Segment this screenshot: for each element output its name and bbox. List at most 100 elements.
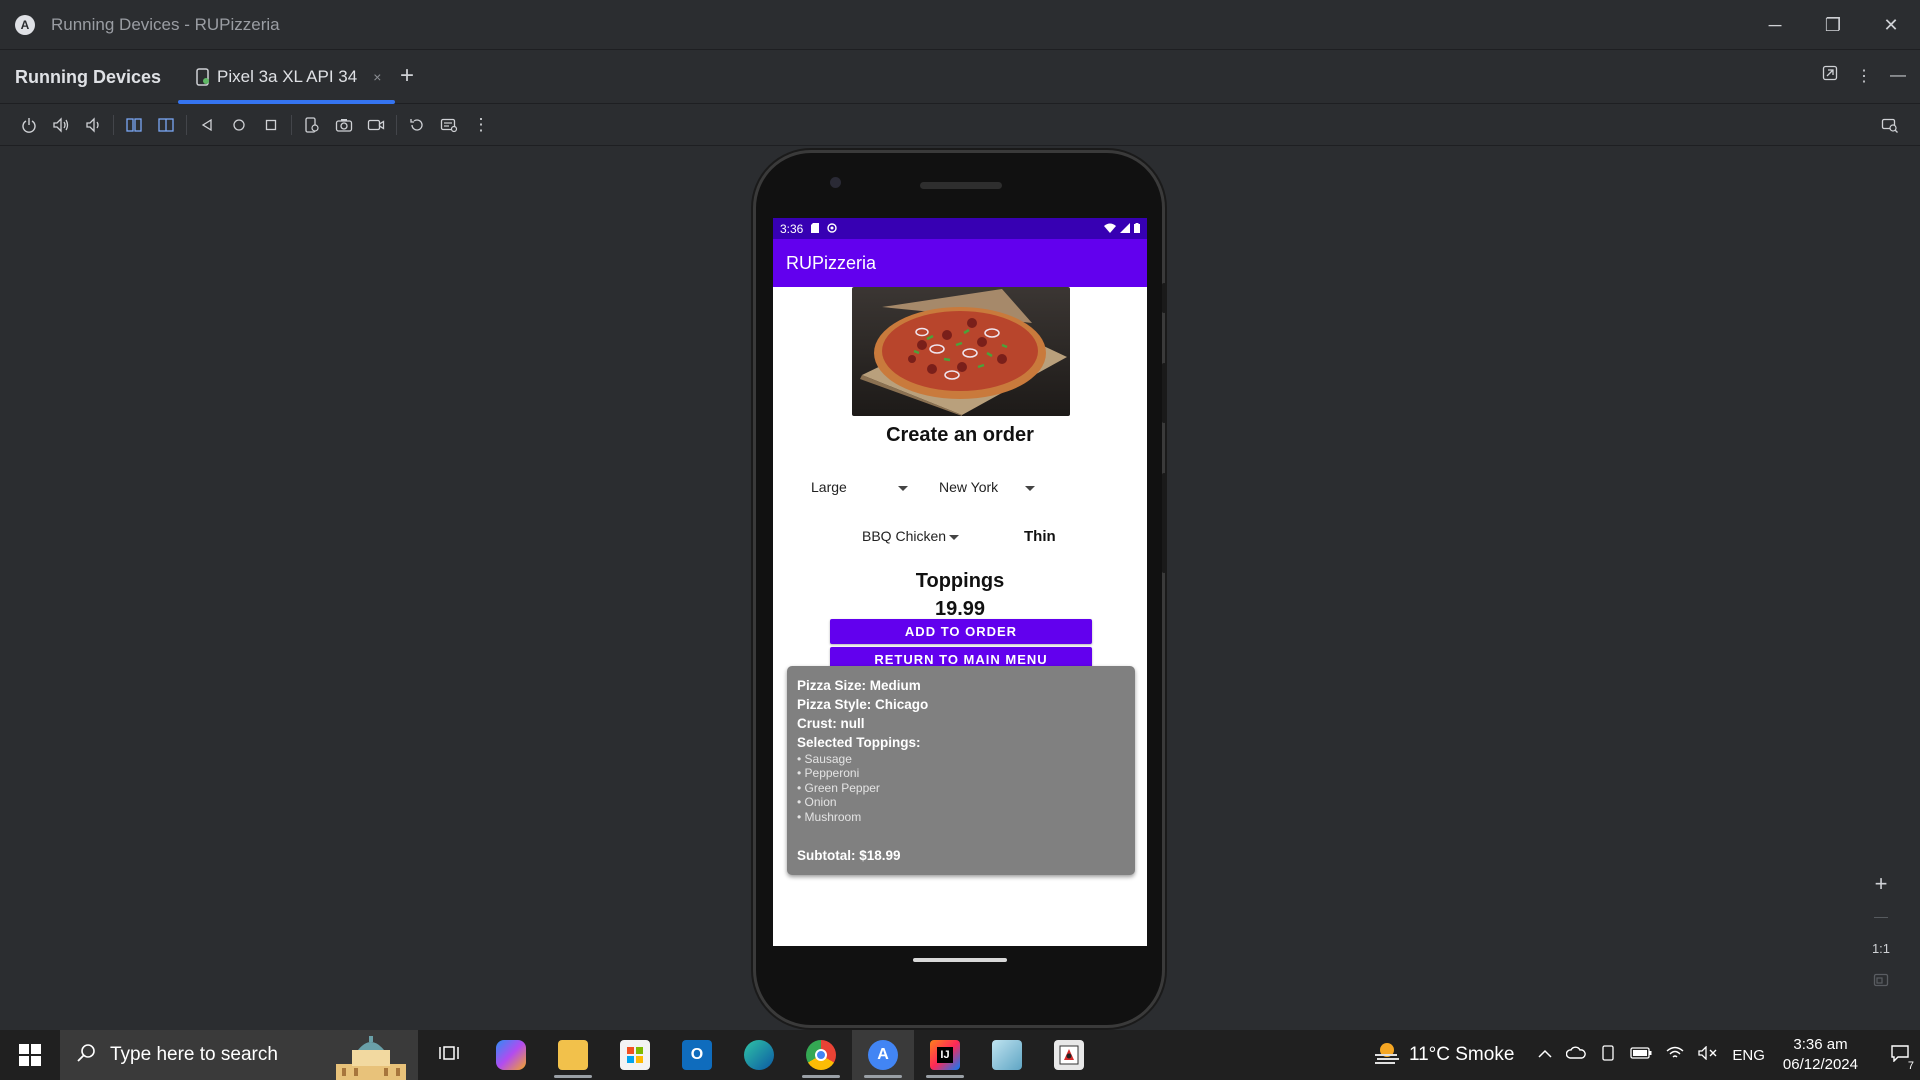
windows-taskbar: Type here to search O A IJ 11°C Smoke EN… — [0, 1030, 1920, 1080]
sync-icon — [827, 222, 838, 236]
input-language[interactable]: ENG — [1732, 1047, 1765, 1064]
minimize-button[interactable]: ─ — [1746, 0, 1804, 50]
earpiece-speaker — [920, 182, 1002, 189]
system-clock[interactable]: 3:36 am 06/12/2024 — [1783, 1035, 1858, 1075]
chevron-up-icon[interactable] — [1538, 1046, 1552, 1064]
device-settings-icon[interactable] — [296, 110, 328, 140]
toolbar-separator — [291, 114, 292, 135]
weather-widget[interactable]: 11°C Smoke — [1373, 1040, 1514, 1070]
topping-item: • Onion — [797, 795, 837, 810]
tab-close-icon[interactable]: × — [373, 69, 381, 85]
expand-icon[interactable] — [1822, 65, 1838, 86]
pizza-type-spinner[interactable]: BBQ Chicken — [862, 528, 960, 544]
taskbar-app-store[interactable] — [604, 1030, 666, 1080]
more-options-icon[interactable]: ⋮ — [1856, 66, 1872, 86]
volume-down-icon[interactable] — [77, 110, 109, 140]
taskbar-app-android-studio[interactable]: A — [852, 1030, 914, 1080]
window-controls: ─ ❐ ✕ — [1746, 0, 1920, 50]
notification-center-button[interactable]: 7 — [1880, 1030, 1920, 1080]
actual-size-button[interactable]: 1:1 — [1864, 932, 1898, 964]
snapshot-restore-icon[interactable] — [401, 110, 433, 140]
onedrive-icon[interactable] — [1566, 1046, 1587, 1065]
overview-icon[interactable] — [255, 110, 287, 140]
android-studio-icon: A — [868, 1040, 898, 1070]
add-to-order-button[interactable]: ADD TO ORDER — [830, 619, 1092, 644]
taskbar-search[interactable]: Type here to search — [60, 1030, 418, 1080]
more-actions-icon[interactable]: ⋮ — [465, 110, 497, 140]
screen-record-icon[interactable] — [360, 110, 392, 140]
sd-card-icon — [811, 222, 820, 236]
screen-title: Create an order — [886, 424, 1034, 446]
task-view-button[interactable] — [418, 1030, 480, 1080]
hide-panel-icon[interactable]: — — [1890, 67, 1906, 85]
device-icon[interactable] — [1600, 1044, 1616, 1066]
start-button[interactable] — [0, 1030, 60, 1080]
summary-size: Pizza Size: Medium — [797, 678, 921, 693]
size-selected: Large — [811, 479, 847, 495]
device-toolbar: ⋮ — [0, 104, 1920, 146]
side-button — [1162, 473, 1166, 573]
copilot-icon — [496, 1040, 526, 1070]
zoom-out-button[interactable]: — — [1864, 900, 1898, 932]
front-camera — [830, 177, 841, 188]
close-button[interactable]: ✕ — [1862, 0, 1920, 50]
topping-item: • Sausage — [797, 752, 852, 766]
device-mirror-settings-icon[interactable] — [1874, 110, 1906, 140]
price-value: 19.99 — [934, 598, 986, 620]
tab-pixel-3a-xl[interactable]: Pixel 3a XL API 34 × — [178, 50, 395, 104]
wifi-icon — [1104, 222, 1116, 236]
taskbar-app-edge[interactable] — [728, 1030, 790, 1080]
summary-toppings-header: Selected Toppings: — [797, 735, 921, 750]
pizza-image — [852, 287, 1070, 416]
taskbar-app-chrome[interactable] — [790, 1030, 852, 1080]
volume-muted-icon[interactable] — [1698, 1044, 1718, 1065]
screenshot-icon[interactable] — [328, 110, 360, 140]
status-bar: 3:36 — [773, 218, 1147, 239]
size-spinner[interactable]: Large — [811, 479, 909, 495]
style-spinner[interactable]: New York — [939, 479, 1037, 495]
add-device-button[interactable]: + — [400, 62, 414, 90]
side-button — [1162, 363, 1166, 423]
back-icon[interactable] — [191, 110, 223, 140]
tray-icons — [1538, 1044, 1718, 1066]
topping-item: • Mushroom — [797, 809, 862, 824]
taskbar-app-outlook[interactable]: O — [666, 1030, 728, 1080]
device-screen[interactable]: 3:36 RUPizzeria Create an order Large Ne… — [773, 218, 1147, 946]
rotate-left-icon[interactable] — [118, 110, 150, 140]
volume-up-icon[interactable] — [45, 110, 77, 140]
chrome-icon — [806, 1040, 836, 1070]
java-app-icon — [1054, 1040, 1084, 1070]
running-indicator — [926, 1075, 964, 1078]
gesture-home-bar[interactable] — [913, 958, 1007, 962]
window-title: Running Devices - RUPizzeria — [51, 14, 280, 34]
taskbar-app-file-explorer[interactable] — [542, 1030, 604, 1080]
fit-screen-icon[interactable] — [1864, 964, 1898, 996]
android-studio-logo-icon: A — [15, 14, 35, 35]
task-view-icon — [438, 1043, 460, 1068]
taskbar-app-notepad[interactable] — [976, 1030, 1038, 1080]
weather-smoke-icon — [1373, 1040, 1401, 1070]
toolbar-separator — [396, 114, 397, 135]
chevron-down-icon — [1025, 486, 1035, 491]
weather-text: 11°C Smoke — [1408, 1044, 1515, 1065]
edge-icon — [744, 1040, 774, 1070]
battery-icon[interactable] — [1630, 1046, 1652, 1064]
title-bar: A Running Devices - RUPizzeria ─ ❐ ✕ — [0, 0, 1920, 50]
extended-controls-icon[interactable] — [433, 110, 465, 140]
search-icon — [76, 1043, 96, 1068]
taskbar-app-intellij[interactable]: IJ — [914, 1030, 976, 1080]
topping-item: • Pepperoni — [797, 766, 860, 781]
wifi-icon[interactable] — [1666, 1046, 1684, 1065]
taskbar-app-java[interactable] — [1038, 1030, 1100, 1080]
restore-button[interactable]: ❐ — [1804, 0, 1862, 50]
clock-date: 06/12/2024 — [1782, 1056, 1858, 1073]
taskbar-app-copilot[interactable] — [480, 1030, 542, 1080]
system-tray: 11°C Smoke ENG 3:36 am 06/12/2024 7 — [1373, 1030, 1920, 1080]
style-selected: New York — [939, 479, 999, 495]
power-icon[interactable] — [13, 110, 45, 140]
zoom-in-button[interactable]: + — [1864, 868, 1898, 900]
notification-count: 7 — [1907, 1060, 1914, 1072]
rotate-right-icon[interactable] — [150, 110, 182, 140]
status-time: 3:36 — [780, 221, 804, 236]
home-icon[interactable] — [223, 110, 255, 140]
